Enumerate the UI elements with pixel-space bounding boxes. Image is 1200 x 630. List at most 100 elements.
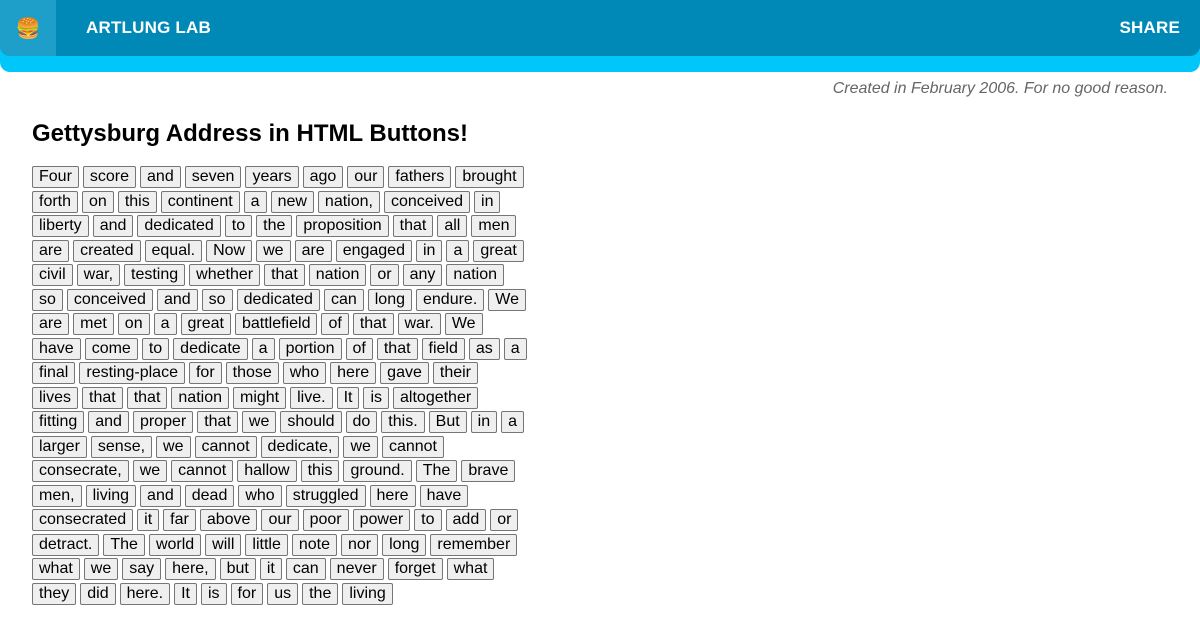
word-button[interactable]: struggled [285,484,366,507]
word-button[interactable]: We [444,313,483,335]
word-button[interactable]: lives [32,386,79,409]
word-button[interactable]: ago [302,166,344,188]
word-button[interactable]: a [243,190,267,213]
word-button[interactable]: forget [387,558,443,580]
word-button[interactable]: come [84,337,138,360]
word-button[interactable]: that [82,386,123,409]
word-button[interactable]: have [419,484,469,507]
word-button[interactable]: fathers [388,166,452,188]
word-button[interactable]: proper [132,411,194,433]
word-button[interactable]: live. [290,386,333,409]
word-button[interactable]: to [224,215,253,237]
word-button[interactable]: this. [381,411,425,433]
hamburger-menu-icon[interactable]: 🍔 [0,0,56,56]
word-button[interactable]: to [141,337,170,360]
word-button[interactable]: those [225,362,279,384]
word-button[interactable]: poor [302,509,349,531]
word-button[interactable]: will [205,533,242,556]
word-button[interactable]: brave [461,460,516,482]
word-button[interactable]: we [343,435,378,458]
word-button[interactable]: forth [32,190,79,213]
word-button[interactable]: their [432,362,478,384]
word-button[interactable]: long [367,288,412,311]
word-button[interactable]: liberty [32,215,89,237]
word-button[interactable]: the [302,582,339,605]
word-button[interactable]: they [32,582,77,605]
word-button[interactable]: battlefield [234,313,318,335]
word-button[interactable]: created [73,239,141,262]
word-button[interactable]: we [256,239,291,262]
word-button[interactable]: any [402,264,443,286]
word-button[interactable]: seven [184,166,242,188]
word-button[interactable]: war, [76,264,121,286]
word-button[interactable]: we [132,460,168,482]
word-button[interactable]: equal. [144,239,203,262]
word-button[interactable]: living [85,484,137,507]
word-button[interactable]: it [259,558,282,580]
word-button[interactable]: that [126,386,168,409]
word-button[interactable]: But [428,411,467,433]
word-button[interactable]: met [73,313,114,335]
word-button[interactable]: that [392,215,434,237]
word-button[interactable]: this [300,460,340,482]
word-button[interactable]: dedicated [236,288,320,311]
word-button[interactable]: might [232,386,287,409]
word-button[interactable]: dead [184,484,235,507]
word-button[interactable]: we [156,435,191,458]
word-button[interactable]: living [342,582,393,605]
word-button[interactable]: The [415,460,458,482]
word-button[interactable]: nation [446,264,504,286]
word-button[interactable]: fitting [32,411,85,433]
word-button[interactable]: all [437,215,468,237]
word-button[interactable]: here [330,362,377,384]
word-button[interactable]: field [421,337,465,360]
word-button[interactable]: the [256,215,293,237]
word-button[interactable]: dedicate [173,337,248,360]
word-button[interactable]: note [291,533,337,556]
word-button[interactable]: are [32,239,70,262]
word-button[interactable]: of [345,337,373,360]
word-button[interactable]: of [321,313,349,335]
word-button[interactable]: for [230,582,264,605]
word-button[interactable]: consecrate, [32,460,129,482]
word-button[interactable]: detract. [32,533,100,556]
word-button[interactable]: are [32,313,70,335]
word-button[interactable]: consecrated [32,509,134,531]
word-button[interactable]: great [180,313,231,335]
word-button[interactable]: are [294,239,332,262]
word-button[interactable]: and [156,288,198,311]
word-button[interactable]: great [473,239,524,262]
word-button[interactable]: but [219,558,256,580]
word-button[interactable]: world [148,533,202,556]
word-button[interactable]: our [347,166,385,188]
word-button[interactable]: new [270,190,314,213]
word-button[interactable]: and [140,166,181,188]
word-button[interactable]: brought [455,166,524,188]
word-button[interactable]: men, [32,484,82,507]
word-button[interactable]: It [174,582,197,605]
word-button[interactable]: to [414,509,442,531]
word-button[interactable]: power [352,509,411,531]
word-button[interactable]: what [32,558,80,580]
word-button[interactable]: and [88,411,129,433]
word-button[interactable]: can [285,558,326,580]
word-button[interactable]: nation [171,386,229,409]
word-button[interactable]: in [415,239,443,262]
word-button[interactable]: The [103,533,145,556]
word-button[interactable]: engaged [335,239,412,262]
word-button[interactable]: conceived [383,190,471,213]
word-button[interactable]: a [446,239,470,262]
word-button[interactable]: nation, [317,190,380,213]
word-button[interactable]: so [32,288,63,311]
word-button[interactable]: that [352,313,394,335]
word-button[interactable]: that [197,411,238,433]
word-button[interactable]: so [201,288,233,311]
word-button[interactable]: sense, [90,435,153,458]
word-button[interactable]: ground. [343,460,412,482]
word-button[interactable]: cannot [171,460,234,482]
word-button[interactable]: or [490,509,519,531]
word-button[interactable]: that [376,337,418,360]
word-button[interactable]: did [80,582,116,605]
word-button[interactable]: and [140,484,181,507]
word-button[interactable]: endure. [416,288,485,311]
